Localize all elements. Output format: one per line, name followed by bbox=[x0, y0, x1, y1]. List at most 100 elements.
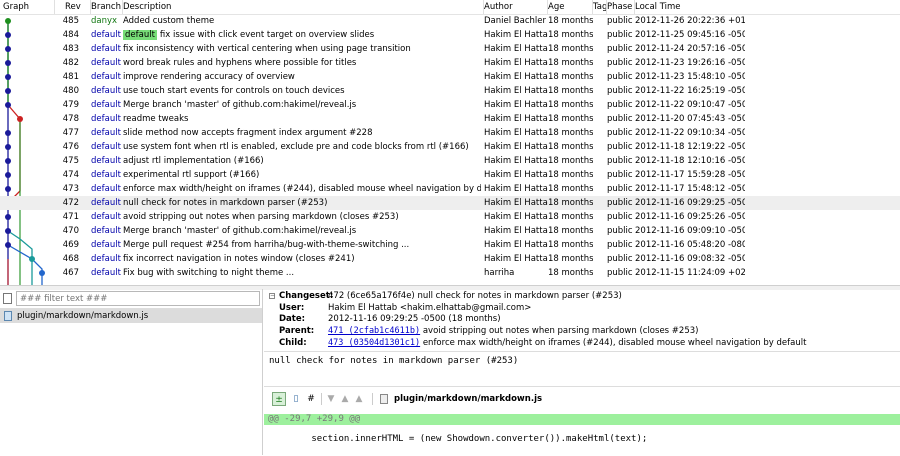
commit-row[interactable]: 472 default null check for notes in markdo… bbox=[0, 196, 900, 210]
commit-author: harriha bbox=[484, 268, 515, 278]
commit-author: Hakim El Hattab bbox=[484, 142, 548, 152]
commit-row[interactable]: 471 default avoid stripping out notes when… bbox=[0, 210, 900, 224]
commit-rev: 467 bbox=[62, 268, 79, 278]
commit-row[interactable]: 470 default Merge branch 'master' of githu… bbox=[0, 224, 900, 238]
commit-row[interactable]: 474 default experimental rtl support (#166… bbox=[0, 168, 900, 182]
commit-row[interactable]: 485 danyx Added custom theme Daniel Bachler… bbox=[0, 14, 900, 28]
commit-local-time: 2012-11-16 09:25:26 -0500 bbox=[635, 212, 745, 222]
commit-local-time: 2012-11-16 09:08:32 -0500 bbox=[635, 254, 745, 264]
commit-phase: public bbox=[607, 30, 633, 40]
commit-branch: danyx bbox=[91, 16, 118, 26]
commit-row[interactable]: 467 default Fix bug with switching to nigh… bbox=[0, 266, 900, 280]
commit-row[interactable]: 475 default adjust rtl implementation (#16… bbox=[0, 154, 900, 168]
commit-rev: 485 bbox=[62, 16, 79, 26]
col-graph[interactable]: Graph bbox=[0, 0, 55, 14]
commit-row[interactable]: 469 default Merge pull request #254 from h… bbox=[0, 238, 900, 252]
commit-age: 18 months bbox=[548, 128, 593, 138]
commit-log[interactable]: Graph Rev Branch Description Author Age … bbox=[0, 0, 900, 285]
commit-rev: 468 bbox=[62, 254, 79, 264]
commit-row[interactable]: 480 default use touch start events for con… bbox=[0, 84, 900, 98]
commit-row[interactable]: 473 default enforce max width/height on if… bbox=[0, 182, 900, 196]
commit-rev: 482 bbox=[62, 58, 79, 68]
parent-link[interactable]: 471 (2cfab1c4611b) bbox=[328, 326, 420, 336]
col-local-time[interactable]: Local Time bbox=[635, 0, 900, 14]
commit-local-time: 2012-11-22 09:10:34 -0500 bbox=[635, 128, 745, 138]
commit-author: Hakim El Hattab bbox=[484, 170, 548, 180]
commit-description: word break rules and hyphens where possi… bbox=[123, 58, 357, 68]
file-panel: plugin/markdown/markdown.js bbox=[0, 289, 263, 455]
commit-local-time: 2012-11-17 15:59:28 -0500 bbox=[635, 170, 745, 180]
commit-age: 18 months bbox=[548, 58, 593, 68]
commit-branch: default bbox=[91, 30, 121, 40]
commit-local-time: 2012-11-16 09:09:10 -0500 bbox=[635, 226, 745, 236]
commit-row[interactable]: 483 default fix inconsistency with vertica… bbox=[0, 42, 900, 56]
col-age[interactable]: Age bbox=[548, 0, 593, 14]
filter-file-icon bbox=[3, 293, 12, 304]
file-type-icon bbox=[380, 394, 388, 404]
commit-description: slide method now accepts fragment index … bbox=[123, 128, 373, 138]
commit-author: Hakim El Hattab bbox=[484, 58, 548, 68]
commit-rev: 474 bbox=[62, 170, 79, 180]
commit-author: Hakim El Hattab bbox=[484, 128, 548, 138]
hash-icon[interactable]: # bbox=[304, 392, 318, 406]
commit-description: null check for notes in markdown parser … bbox=[123, 198, 328, 208]
changeset-details: − Changeset: 472 (6ce65a176f4e) null che… bbox=[264, 289, 900, 455]
file-icon[interactable]: ▯ bbox=[289, 392, 303, 406]
filter-input[interactable] bbox=[16, 291, 260, 306]
commit-branch: default bbox=[91, 198, 121, 208]
commit-local-time: 2012-11-16 05:48:20 -0800 bbox=[635, 240, 745, 250]
commit-row[interactable]: 482 default word break rules and hyphens w… bbox=[0, 56, 900, 70]
commit-local-time: 2012-11-22 09:10:47 -0500 bbox=[635, 100, 745, 110]
commit-local-time: 2012-11-15 11:24:09 +0200 bbox=[635, 268, 745, 278]
col-description[interactable]: Description bbox=[123, 0, 484, 14]
commit-author: Hakim El Hattab bbox=[484, 72, 548, 82]
next-change-icon[interactable]: ▲ bbox=[338, 392, 352, 406]
commit-description-text: fix issue with click event target on ove… bbox=[159, 30, 375, 40]
commit-message-panel: null check for notes in markdown parser … bbox=[264, 351, 900, 387]
commit-local-time: 2012-11-23 15:48:10 -0500 bbox=[635, 72, 745, 82]
changeset-label: Changeset: bbox=[279, 291, 334, 301]
commit-description: improve rendering accuracy of overview bbox=[123, 72, 295, 82]
commit-branch: default bbox=[91, 100, 121, 110]
col-tags[interactable]: Tag bbox=[593, 0, 607, 14]
commit-phase: public bbox=[607, 226, 633, 236]
commit-author: Hakim El Hattab bbox=[484, 156, 548, 166]
commit-branch: default bbox=[91, 114, 121, 124]
up-icon[interactable]: ▲ bbox=[352, 392, 366, 406]
file-list-item[interactable]: plugin/markdown/markdown.js bbox=[0, 309, 262, 323]
collapse-icon[interactable]: − bbox=[269, 293, 275, 299]
commit-row[interactable]: 479 default Merge branch 'master' of githu… bbox=[0, 98, 900, 112]
commit-author: Hakim El Hattab bbox=[484, 198, 548, 208]
col-phase[interactable]: Phase bbox=[607, 0, 635, 14]
col-rev[interactable]: Rev bbox=[55, 0, 91, 14]
commit-row[interactable]: 468 default fix incorrect navigation in no… bbox=[0, 252, 900, 266]
file-label: plugin/markdown/markdown.js bbox=[17, 311, 149, 321]
changeset-meta: − Changeset: 472 (6ce65a176f4e) null che… bbox=[264, 289, 900, 349]
commit-row[interactable]: 476 default use system font when rtl is en… bbox=[0, 140, 900, 154]
commit-age: 18 months bbox=[548, 268, 593, 278]
diff-mode-icon[interactable]: ± bbox=[272, 392, 286, 406]
child-link[interactable]: 473 (03504d1301c1) bbox=[328, 338, 420, 348]
commit-age: 18 months bbox=[548, 212, 593, 222]
commit-row[interactable]: 481 default improve rendering accuracy of … bbox=[0, 70, 900, 84]
prev-change-icon[interactable]: ▼ bbox=[324, 392, 338, 406]
commit-branch: default bbox=[91, 212, 121, 222]
commit-row[interactable]: 484 default default fix issue with click ev… bbox=[0, 28, 900, 42]
commit-row[interactable]: 477 default slide method now accepts fragm… bbox=[0, 126, 900, 140]
diff-hunk-header: @@ -29,7 +29,9 @@ bbox=[264, 414, 900, 425]
col-branch[interactable]: Branch bbox=[91, 0, 123, 14]
commit-age: 18 months bbox=[548, 72, 593, 82]
commit-author: Hakim El Hattab bbox=[484, 212, 548, 222]
commit-branch: default bbox=[91, 156, 121, 166]
commit-phase: public bbox=[607, 240, 633, 250]
diff-view[interactable]: @@ -29,7 +29,9 @@ section.innerHTML = (n… bbox=[264, 410, 900, 455]
user-label: User: bbox=[279, 303, 305, 313]
commit-age: 18 months bbox=[548, 114, 593, 124]
commit-age: 18 months bbox=[548, 226, 593, 236]
commit-author: Hakim El Hattab bbox=[484, 226, 548, 236]
commit-local-time: 2012-11-20 07:45:43 -0500 bbox=[635, 114, 745, 124]
commit-row[interactable]: 478 default readme tweaks Hakim El Hattab 18… bbox=[0, 112, 900, 126]
diff-code-line: section.innerHTML = (new Showdown.conver… bbox=[268, 434, 648, 444]
commit-phase: public bbox=[607, 128, 633, 138]
col-author[interactable]: Author bbox=[484, 0, 548, 14]
